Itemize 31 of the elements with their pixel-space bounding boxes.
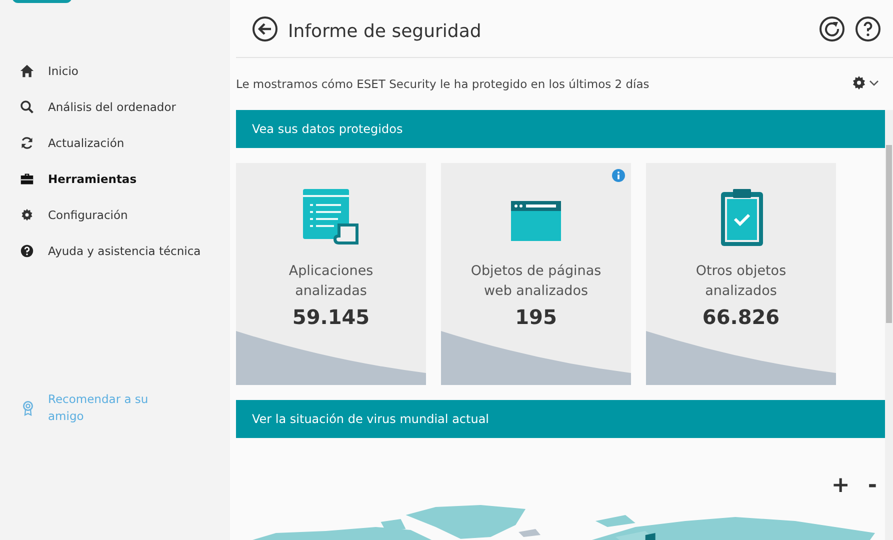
gear-icon	[20, 208, 34, 222]
info-icon[interactable]	[612, 169, 625, 182]
nav-item[interactable]: Análisis del ordenador	[0, 89, 230, 125]
stat-label: Objetos de páginas web analizados	[470, 262, 602, 301]
app-list-icon	[301, 187, 361, 247]
refresh-icon	[20, 136, 34, 150]
stat-label: Aplicaciones analizadas	[288, 262, 374, 301]
award-icon	[22, 400, 34, 416]
nav-item[interactable]: Inicio	[0, 53, 230, 89]
nav-item[interactable]: Herramientas	[0, 161, 230, 197]
scrollbar-thumb[interactable]	[886, 145, 892, 323]
search-icon	[20, 100, 34, 114]
stat-value: 59.145	[292, 305, 370, 329]
help-button[interactable]	[855, 16, 881, 42]
briefcase-icon	[20, 172, 34, 186]
refresh-button[interactable]	[819, 16, 845, 42]
nav-item[interactable]: Ayuda y asistencia técnica	[0, 233, 230, 269]
nav-item[interactable]: Configuración	[0, 197, 230, 233]
home-icon	[20, 64, 34, 78]
zoom-out-button[interactable]: -	[866, 475, 879, 497]
back-button[interactable]	[252, 16, 278, 42]
stat-value: 195	[515, 305, 557, 329]
page-title: Informe de seguridad	[288, 21, 482, 42]
nav-item[interactable]: Actualización	[0, 125, 230, 161]
stat-value: 66.826	[702, 305, 780, 329]
zoom-in-button[interactable]: +	[829, 475, 852, 497]
section-header: Ver la situación de virus mundial actual	[236, 400, 885, 438]
stat-label: Otros objetos analizados	[694, 262, 788, 301]
report-description: Le mostramos cómo ESET Security le ha protegido en los últimos 2 días	[236, 77, 650, 91]
help-icon	[20, 244, 34, 258]
section-header: Vea sus datos protegidos	[236, 110, 885, 148]
